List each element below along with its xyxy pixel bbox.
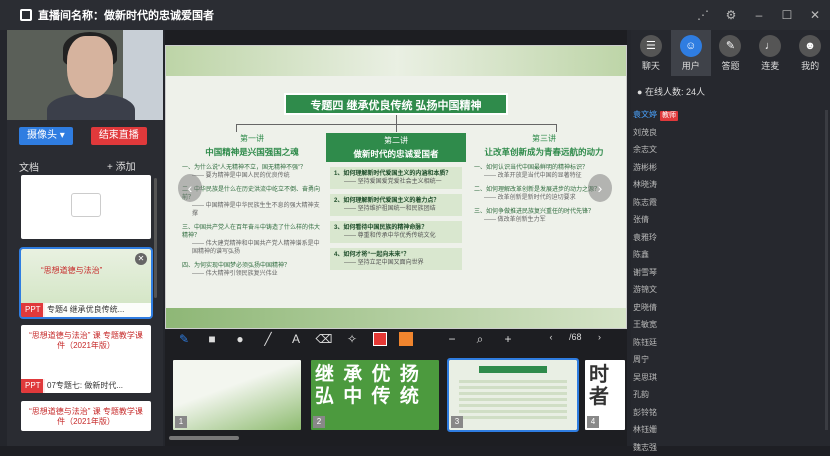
close-icon[interactable]: ✕	[808, 8, 822, 22]
slide-filmstrip: 1 继 承 优 扬 弘 中 传 统 2 3 时者 4	[165, 360, 627, 446]
zoom-out-icon[interactable]: −	[443, 330, 461, 348]
list-item[interactable]: 陈鑫	[631, 246, 830, 264]
list-item[interactable]: 史晓倩	[631, 299, 830, 317]
eraser-tool-icon[interactable]: ⌫	[315, 330, 333, 348]
list-item[interactable]: 林钰姗	[631, 421, 830, 439]
tab-chat[interactable]: ☰ 聊天	[631, 30, 671, 76]
documents-label: 文档	[19, 159, 39, 174]
text-tool-icon[interactable]: A	[287, 330, 305, 348]
tab-mic[interactable]: ♩ 连麦	[750, 30, 790, 76]
list-item[interactable]: 陈志霞	[631, 194, 830, 212]
list-item[interactable]: 袁文婷教师	[631, 106, 830, 124]
minimize-icon[interactable]: –	[752, 8, 766, 22]
person-icon: ☻	[799, 35, 821, 57]
camera-preview	[7, 30, 163, 120]
titlebar: 直播间名称：做新时代的忠诚爱国者 ⋰ ⚙ – ☐ ✕	[0, 0, 830, 30]
window-title: 直播间名称：做新时代的忠诚爱国者	[38, 7, 214, 23]
filmstrip-scrollbar[interactable]	[169, 436, 239, 440]
slide-thumbnail[interactable]: 继 承 优 扬 弘 中 传 统 2	[311, 360, 439, 430]
red-color-swatch[interactable]	[373, 332, 387, 346]
mic-icon: ♩	[759, 35, 781, 57]
teacher-badge: 教师	[660, 111, 678, 121]
slide-title: 专题四 继承优良传统 弘扬中国精神	[284, 93, 508, 115]
user-list: 袁文婷教师 刘茂良余志文游彬彬林晓涛陈志霞张倩袁雅玲陈鑫谢雪琴游锦文史晓倩王敏宽…	[631, 106, 830, 456]
line-tool-icon[interactable]: ╱	[259, 330, 277, 348]
left-panel: 摄像头 ▾ 结束直播 文档 + 添加 “思想道德与法治” ✕ PPT 专题4 继…	[7, 30, 163, 446]
online-count: ● 在线人数: 24人	[631, 82, 830, 102]
list-item[interactable]: 张倩	[631, 211, 830, 229]
list-item[interactable]: 谢雪琴	[631, 264, 830, 282]
page-indicator: ‹ /68 ›	[549, 332, 601, 342]
share-icon[interactable]: ⋰	[696, 8, 710, 22]
presentation-area: 专题四 继承优良传统 弘扬中国精神 第一讲 中国精神是兴国强国之魂 一、为什么说…	[165, 30, 627, 446]
circle-tool-icon[interactable]: ●	[231, 330, 249, 348]
list-item[interactable]: 吴思琪	[631, 369, 830, 387]
slide-thumbnail[interactable]: 1	[173, 360, 301, 430]
document-scrollbar[interactable]	[154, 178, 157, 298]
previous-page-icon[interactable]: ‹	[549, 332, 552, 342]
pen-icon: ✎	[719, 35, 741, 57]
list-item[interactable]: 彭铃铭	[631, 404, 830, 422]
users-icon: ☺	[680, 35, 702, 57]
list-item[interactable]: 林晓涛	[631, 176, 830, 194]
slide-column-2: 第二讲 做新时代的忠诚爱国者 1、如何理解新时代爱国主义的内涵和本质？—— 坚持…	[326, 133, 466, 270]
user-list-scrollbar[interactable]	[825, 110, 828, 430]
maximize-icon[interactable]: ☐	[780, 8, 794, 22]
app-window: 直播间名称：做新时代的忠诚爱国者 ⋰ ⚙ – ☐ ✕ 摄像头 ▾ 结束直播 文档…	[0, 0, 830, 446]
slide-column-1: 第一讲 中国精神是兴国强国之魂 一、为什么说“人无精神不立，国无精神不强”？——…	[182, 133, 322, 278]
add-document-button[interactable]: + 添加	[107, 158, 136, 173]
list-item[interactable]: 陈钰廷	[631, 334, 830, 352]
document-item[interactable]: “思想道德与法治” 课 专题教学课件（2021年版） PPT 07专题七: 做新…	[21, 325, 151, 393]
window-controls: ⋰ ⚙ – ☐ ✕	[696, 0, 822, 30]
list-item[interactable]: 刘茂良	[631, 124, 830, 142]
clear-tool-icon[interactable]: ✧	[343, 330, 361, 348]
pen-tool-icon[interactable]: ✎	[175, 330, 193, 348]
annotation-toolbar: ✎ ■ ● ╱ A ⌫ ✧ − ⌕ + ‹ /68 ›	[165, 324, 627, 354]
settings-icon[interactable]: ⚙	[724, 8, 738, 22]
app-logo-icon	[20, 9, 32, 21]
list-item[interactable]: 余志文	[631, 141, 830, 159]
tab-users[interactable]: ☺ 用户	[671, 30, 711, 76]
previous-slide-arrow-icon[interactable]: ‹	[178, 174, 202, 202]
list-item[interactable]: 魏志强	[631, 439, 830, 456]
tab-me[interactable]: ☻ 我的	[790, 30, 830, 76]
next-slide-arrow-icon[interactable]: ›	[588, 174, 612, 202]
list-item[interactable]: 王敏宽	[631, 316, 830, 334]
document-placeholder[interactable]	[21, 175, 151, 239]
list-item[interactable]: 周宁	[631, 351, 830, 369]
chat-icon: ☰	[640, 35, 662, 57]
list-item[interactable]: 游彬彬	[631, 159, 830, 177]
list-item[interactable]: 游锦文	[631, 281, 830, 299]
slide-canvas[interactable]: 专题四 继承优良传统 弘扬中国精神 第一讲 中国精神是兴国强国之魂 一、为什么说…	[165, 45, 627, 329]
list-item[interactable]: 孔韵	[631, 386, 830, 404]
online-person-icon: ●	[637, 87, 642, 97]
right-tabs: ☰ 聊天 ☺ 用户 ✎ 答题 ♩ 连麦 ☻ 我的	[631, 30, 830, 76]
camera-button[interactable]: 摄像头 ▾	[19, 127, 73, 145]
end-live-button[interactable]: 结束直播	[91, 127, 147, 145]
rectangle-tool-icon[interactable]: ■	[203, 330, 221, 348]
slide-thumbnail[interactable]: 3	[449, 360, 577, 430]
right-panel: ☰ 聊天 ☺ 用户 ✎ 答题 ♩ 连麦 ☻ 我的 ● 在线人数: 24人	[631, 30, 830, 446]
document-item[interactable]: “思想道德与法治” ✕ PPT 专题4 继承优良传统...	[21, 249, 151, 317]
document-item[interactable]: “思想道德与法治” 课 专题教学课件（2021年版）	[21, 401, 151, 431]
next-page-icon[interactable]: ›	[598, 332, 601, 342]
document-icon	[71, 193, 101, 217]
zoom-in-icon[interactable]: +	[499, 330, 517, 348]
list-item[interactable]: 袁雅玲	[631, 229, 830, 247]
close-document-icon[interactable]: ✕	[135, 253, 147, 265]
slide-thumbnail[interactable]: 时者 4	[585, 360, 625, 430]
orange-color-swatch[interactable]	[399, 332, 413, 346]
zoom-search-icon[interactable]: ⌕	[471, 330, 489, 348]
tab-quiz[interactable]: ✎ 答题	[711, 30, 751, 76]
